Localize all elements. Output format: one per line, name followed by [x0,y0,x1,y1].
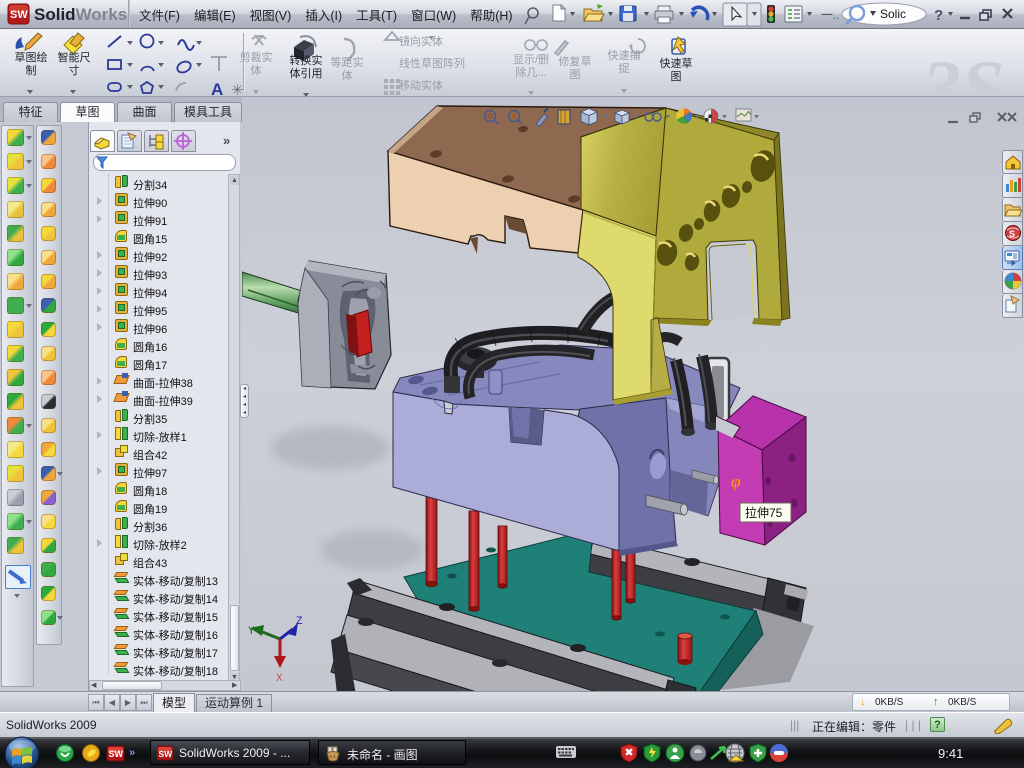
svg-text:3S: 3S [921,44,1004,96]
svg-text:A: A [211,80,223,96]
svg-text:?: ? [934,7,943,24]
svg-text:X: X [276,673,283,685]
svg-text:✳: ✳ [231,82,244,96]
svg-text:SW: SW [159,749,174,759]
svg-text:SW: SW [10,9,28,21]
svg-text:Z: Z [296,616,303,628]
svg-text:SW: SW [109,749,124,759]
svg-text:S: S [1009,229,1015,239]
svg-text:㆒..: ㆒.. [821,8,840,22]
svg-text:拉伸75: 拉伸75 [745,505,783,520]
svg-text:Y: Y [248,626,255,638]
svg-text:Solic: Solic [880,7,906,21]
svg-text:»: » [129,747,135,759]
svg-text:φ: φ [731,472,741,491]
svg-text:SolidWorks: SolidWorks [34,5,127,24]
